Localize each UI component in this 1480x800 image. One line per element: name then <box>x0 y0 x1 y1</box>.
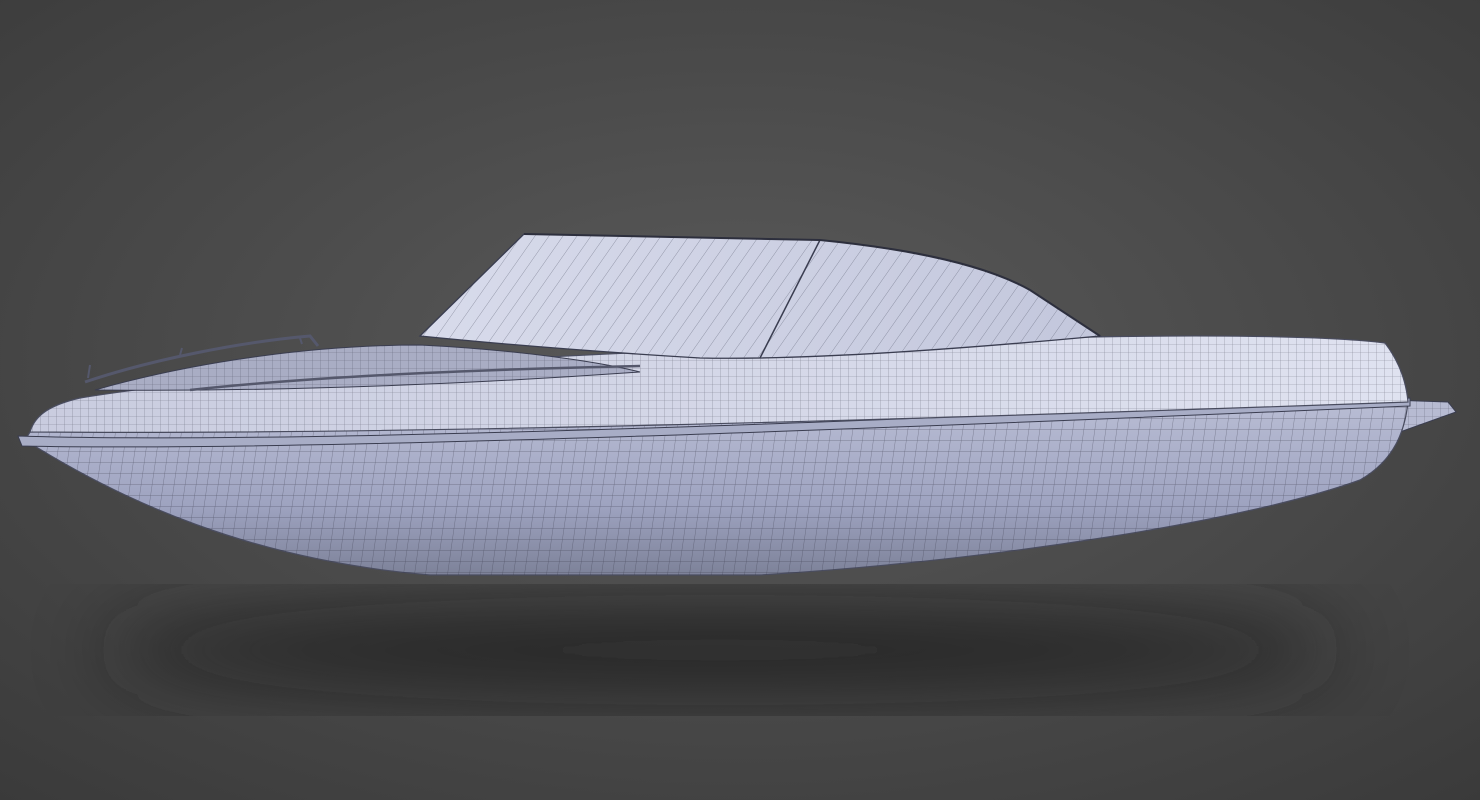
render-viewport <box>0 0 1480 800</box>
boat-shadow <box>100 595 1340 705</box>
